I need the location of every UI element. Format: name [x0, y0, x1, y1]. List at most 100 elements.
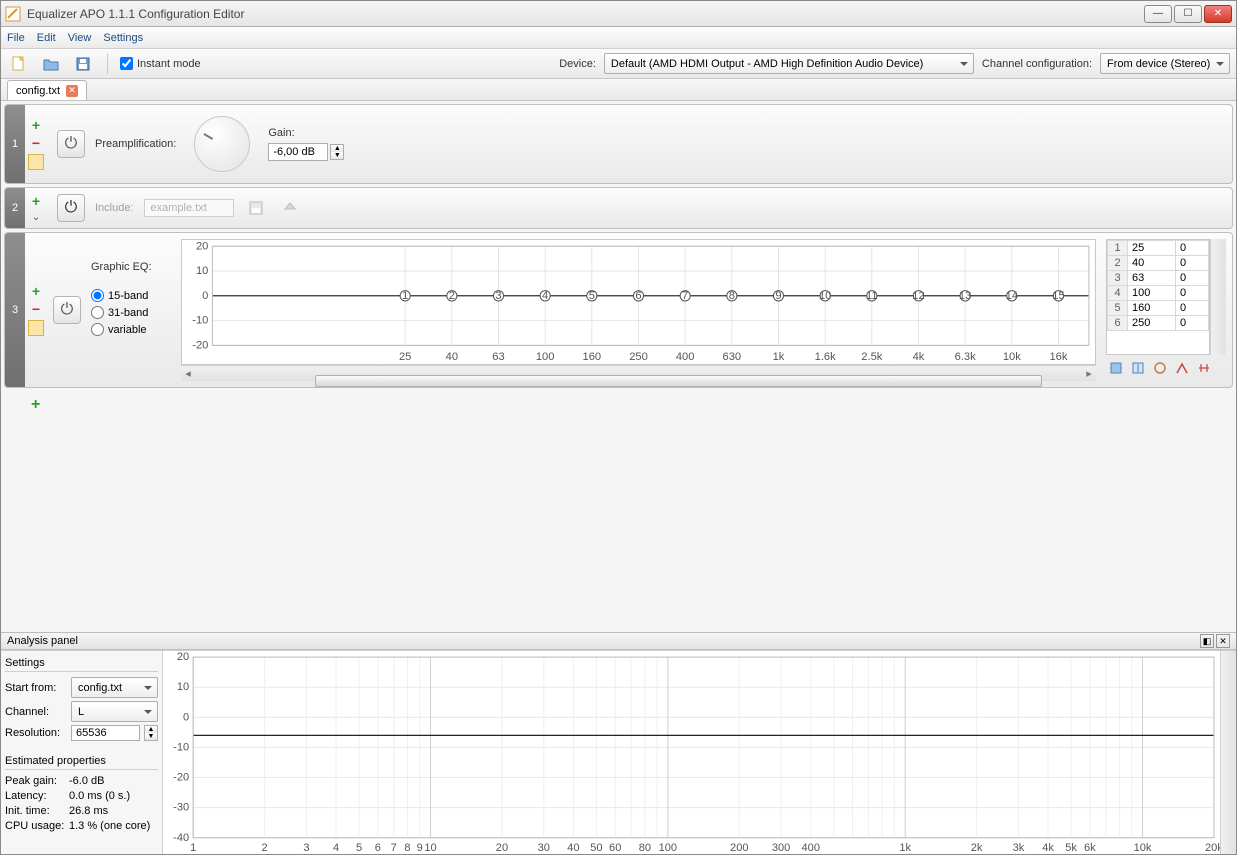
analysis-vscrollbar[interactable]: [1220, 651, 1236, 854]
invert-icon[interactable]: [1172, 358, 1192, 378]
svg-text:1.6k: 1.6k: [815, 351, 836, 363]
minimize-button[interactable]: —: [1144, 5, 1172, 23]
svg-text:-10: -10: [173, 741, 189, 753]
radio-31band[interactable]: 31-band: [91, 306, 171, 319]
save-include-icon[interactable]: [244, 196, 268, 220]
svg-text:15: 15: [1052, 290, 1064, 302]
open-file-icon[interactable]: [39, 52, 63, 76]
table-row[interactable]: 62500: [1108, 316, 1209, 331]
close-panel-icon[interactable]: ✕: [1216, 634, 1230, 648]
add-icon[interactable]: +: [32, 118, 40, 132]
channel-combo[interactable]: L: [71, 701, 158, 722]
gain-field[interactable]: -6,00 dB: [268, 143, 328, 161]
svg-text:7: 7: [391, 842, 397, 854]
eq-options: Graphic EQ: 15-band 31-band variable: [91, 239, 171, 381]
svg-text:3k: 3k: [1013, 842, 1025, 854]
tab-close-icon[interactable]: ✕: [66, 85, 78, 97]
chevron-down-icon[interactable]: ⌄: [32, 212, 40, 223]
eq-hscrollbar[interactable]: ◂ ▸: [181, 365, 1096, 381]
radio-15band[interactable]: 15-band: [91, 289, 171, 302]
device-combo[interactable]: Default (AMD HDMI Output - AMD High Defi…: [604, 53, 974, 74]
dock-icon[interactable]: ◧: [1200, 634, 1214, 648]
svg-text:400: 400: [676, 351, 695, 363]
band-vscrollbar[interactable]: [1210, 239, 1226, 355]
power-button[interactable]: ⏻: [57, 194, 85, 222]
svg-text:2.5k: 2.5k: [861, 351, 882, 363]
toolbar: Instant mode Device: Default (AMD HDMI O…: [1, 49, 1236, 79]
svg-text:8: 8: [729, 290, 735, 302]
add-block-icon[interactable]: +: [31, 396, 40, 413]
eq-chart[interactable]: 20100-10-2025140263310041605250640076308…: [181, 239, 1096, 365]
chancfg-combo[interactable]: From device (Stereo): [1100, 53, 1230, 74]
add-icon[interactable]: +: [32, 284, 40, 298]
svg-text:5: 5: [589, 290, 595, 302]
edit-icon[interactable]: [28, 154, 44, 170]
svg-text:9: 9: [775, 290, 781, 302]
svg-text:0: 0: [183, 711, 189, 723]
power-button[interactable]: ⏻: [57, 130, 85, 158]
remove-icon[interactable]: −: [32, 302, 40, 316]
instant-mode-input[interactable]: [120, 57, 133, 70]
power-button[interactable]: ⏻: [53, 296, 81, 324]
start-from-combo[interactable]: config.txt: [71, 677, 158, 698]
include-file-field[interactable]: example.txt: [144, 199, 234, 217]
band-table[interactable]: 125024003630410005160062500: [1106, 239, 1210, 355]
svg-text:40: 40: [567, 842, 579, 854]
maximize-button[interactable]: ☐: [1174, 5, 1202, 23]
svg-text:11: 11: [866, 290, 878, 302]
menu-edit[interactable]: Edit: [37, 32, 56, 44]
gain-knob[interactable]: [186, 111, 258, 177]
start-from-label: Start from:: [5, 682, 67, 694]
analysis-chart[interactable]: 20100-10-20-30-4012345678910203040506080…: [163, 651, 1220, 854]
normalize-icon[interactable]: [1194, 358, 1214, 378]
svg-text:60: 60: [609, 842, 621, 854]
edit-icon[interactable]: [28, 320, 44, 336]
analysis-header: Analysis panel ◧ ✕: [1, 632, 1236, 650]
svg-text:10k: 10k: [1003, 351, 1021, 363]
table-row[interactable]: 41000: [1108, 286, 1209, 301]
app-icon: [5, 6, 21, 22]
save-file-icon[interactable]: [71, 52, 95, 76]
close-button[interactable]: ✕: [1204, 5, 1232, 23]
device-value: Default (AMD HDMI Output - AMD High Defi…: [611, 58, 923, 70]
svg-text:1: 1: [190, 842, 196, 854]
table-row[interactable]: 51600: [1108, 301, 1209, 316]
remove-icon[interactable]: −: [32, 136, 40, 150]
gain-spinner[interactable]: ▲▼: [330, 144, 344, 160]
block-sidecol: + −: [25, 105, 47, 183]
menu-view[interactable]: View: [68, 32, 92, 44]
svg-text:100: 100: [659, 842, 677, 854]
up-icon[interactable]: [278, 196, 302, 220]
gain-label: Gain:: [268, 127, 344, 139]
resolution-spinner[interactable]: ▲▼: [144, 725, 158, 741]
cpu-value: 1.3 % (one core): [69, 820, 150, 832]
instant-mode-checkbox[interactable]: Instant mode: [120, 57, 201, 70]
svg-text:7: 7: [682, 290, 688, 302]
menu-settings[interactable]: Settings: [103, 32, 143, 44]
import-icon[interactable]: [1106, 358, 1126, 378]
new-file-icon[interactable]: [7, 52, 31, 76]
svg-text:2: 2: [262, 842, 268, 854]
menu-file[interactable]: File: [7, 32, 25, 44]
table-row[interactable]: 1250: [1108, 241, 1209, 256]
table-row[interactable]: 2400: [1108, 256, 1209, 271]
svg-text:8: 8: [404, 842, 410, 854]
svg-text:3: 3: [303, 842, 309, 854]
resolution-field[interactable]: 65536: [71, 725, 140, 741]
table-row[interactable]: 3630: [1108, 271, 1209, 286]
radio-variable[interactable]: variable: [91, 323, 171, 336]
svg-text:10k: 10k: [1134, 842, 1152, 854]
svg-text:20k: 20k: [1205, 842, 1220, 854]
svg-text:25: 25: [399, 351, 411, 363]
svg-text:1k: 1k: [773, 351, 785, 363]
export-icon[interactable]: [1128, 358, 1148, 378]
workspace: 1 + − ⏻ Preamplification: Gain: -6,00 dB…: [1, 101, 1236, 632]
svg-text:10: 10: [424, 842, 436, 854]
tab-config[interactable]: config.txt ✕: [7, 80, 87, 100]
svg-text:5k: 5k: [1065, 842, 1077, 854]
reset-icon[interactable]: [1150, 358, 1170, 378]
block-number: 3: [5, 233, 25, 387]
add-row: +: [1, 391, 1236, 419]
svg-text:9: 9: [417, 842, 423, 854]
add-icon[interactable]: +: [32, 194, 40, 208]
